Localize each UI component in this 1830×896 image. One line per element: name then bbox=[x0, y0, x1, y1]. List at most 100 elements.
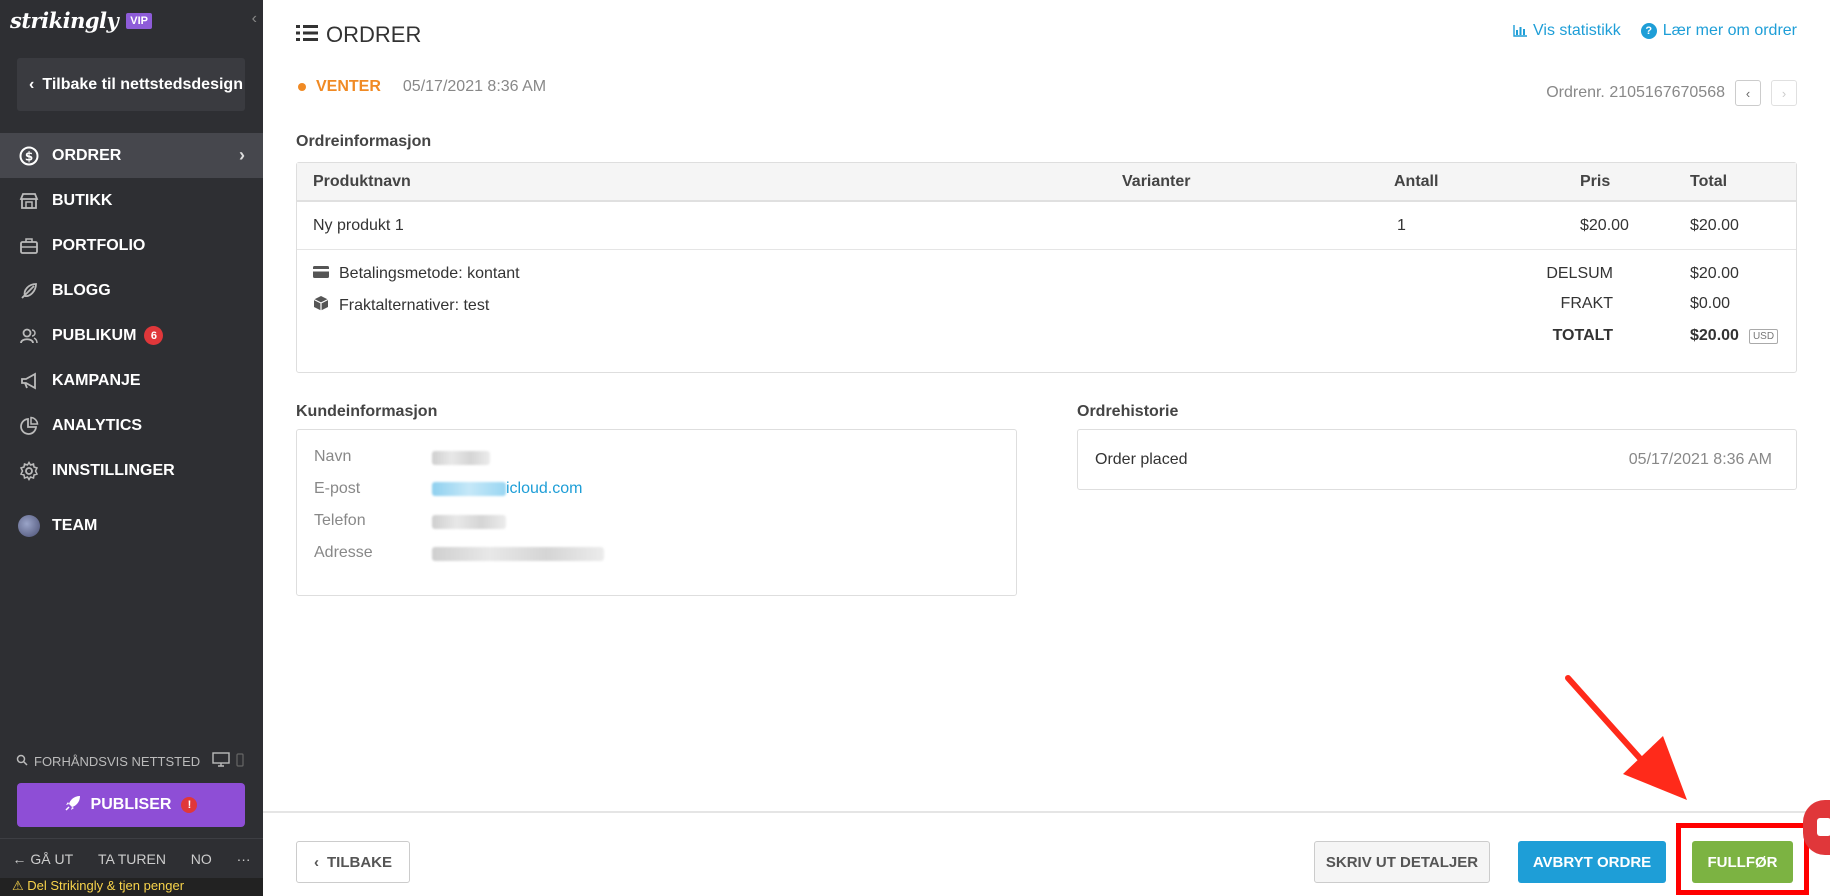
sidebar-item-analytics[interactable]: ANALYTICS bbox=[0, 403, 263, 448]
learn-orders-label: Lær mer om ordrer bbox=[1662, 22, 1797, 39]
history-time: 05/17/2021 8:36 AM bbox=[1628, 450, 1772, 468]
sidebar-item-team[interactable]: TEAM bbox=[0, 503, 263, 548]
sidebar-item-label: KAMPANJE bbox=[52, 371, 141, 389]
action-bar: ‹ TILBAKE SKRIV UT DETALJER AVBRYT ORDRE… bbox=[263, 811, 1830, 896]
bar-chart-icon bbox=[1513, 25, 1528, 37]
mobile-icon[interactable] bbox=[236, 752, 244, 770]
sidebar-item-blogg[interactable]: BLOGG bbox=[0, 268, 263, 313]
page-title: ORDRER bbox=[296, 22, 421, 48]
dollar-icon: $ bbox=[18, 145, 40, 167]
customer-email-domain: icloud.com bbox=[506, 480, 583, 497]
back-to-site-design-button[interactable]: ‹ Tilbake til nettstedsdesign bbox=[17, 58, 245, 111]
take-tour-link[interactable]: TA TUREN bbox=[98, 851, 166, 867]
more-menu-icon[interactable]: ··· bbox=[237, 851, 251, 867]
shipping-option-label: Fraktalternativer: test bbox=[339, 296, 490, 314]
chat-widget-icon[interactable] bbox=[1803, 800, 1830, 855]
referral-banner[interactable]: ⚠ Del Strikingly & tjen penger bbox=[0, 878, 263, 896]
sidebar-nav: $ ORDRER › BUTIKK PORTFOLIO BLOGG PUBLIK… bbox=[0, 133, 263, 548]
publish-button[interactable]: PUBLISER ! bbox=[17, 783, 245, 827]
help-icon: ? bbox=[1640, 23, 1657, 39]
currency-badge: USD bbox=[1748, 328, 1779, 344]
order-summary: Betalingsmetode: kontant Fraktalternativ… bbox=[297, 250, 1796, 372]
users-icon bbox=[18, 325, 40, 347]
annotation-arrow-icon bbox=[1565, 675, 1687, 800]
customer-phone-label: Telefon bbox=[314, 512, 366, 529]
team-avatar bbox=[18, 514, 40, 537]
sidebar-item-label: BLOGG bbox=[52, 281, 111, 299]
next-order-button[interactable]: › bbox=[1771, 80, 1797, 106]
customer-info-box: Navn E-post icloud.com Telefon Adresse bbox=[296, 429, 1017, 596]
sidebar-item-kampanje[interactable]: KAMPANJE bbox=[0, 358, 263, 403]
sidebar-item-publikum[interactable]: PUBLIKUM 6 bbox=[0, 313, 263, 358]
column-header: Antall bbox=[1394, 172, 1439, 190]
megaphone-icon bbox=[18, 370, 40, 392]
customer-address-redacted bbox=[432, 547, 604, 561]
payment-method-label: Betalingsmetode: kontant bbox=[339, 265, 520, 282]
order-status-row: VENTER 05/17/2021 8:36 AM bbox=[298, 78, 546, 96]
pie-chart-icon bbox=[18, 415, 40, 437]
learn-orders-link[interactable]: ? Lær mer om ordrer bbox=[1640, 22, 1797, 40]
sidebar-item-label: INNSTILLINGER bbox=[52, 461, 175, 479]
order-number: Ordrenr. 2105167670568 bbox=[1546, 84, 1725, 101]
history-entry: Order placed bbox=[1095, 450, 1188, 468]
sidebar-item-label: PUBLIKUM bbox=[52, 326, 137, 344]
chevron-right-icon: › bbox=[239, 145, 245, 165]
briefcase-icon bbox=[18, 235, 40, 257]
customer-email-label: E-post bbox=[314, 480, 361, 497]
customer-email-link[interactable]: icloud.com bbox=[432, 480, 582, 498]
arrow-left-icon: ← bbox=[12, 850, 27, 867]
gear-icon bbox=[18, 460, 40, 482]
publikum-count-badge: 6 bbox=[144, 326, 164, 345]
back-label: TILBAKE bbox=[327, 853, 392, 871]
customer-email-redacted bbox=[432, 482, 506, 496]
sidebar-item-portfolio[interactable]: PORTFOLIO bbox=[0, 223, 263, 268]
credit-card-icon bbox=[313, 265, 329, 283]
cancel-order-button[interactable]: AVBRYT ORDRE bbox=[1518, 841, 1666, 883]
total-row: $20.00 USD bbox=[1690, 327, 1779, 345]
annotation-highlight-box bbox=[1676, 823, 1809, 895]
list-icon bbox=[296, 22, 318, 48]
strikingly-logo: strikingly bbox=[10, 8, 119, 33]
vip-badge: VIP bbox=[126, 12, 152, 29]
exit-link[interactable]: ← GÅ UT bbox=[12, 851, 73, 867]
customer-address-row: Adresse bbox=[314, 544, 604, 562]
publish-alert-icon: ! bbox=[181, 797, 198, 813]
back-button[interactable]: ‹ TILBAKE bbox=[296, 841, 410, 883]
order-history-box: Order placed 05/17/2021 8:36 AM bbox=[1077, 429, 1797, 490]
order-table: Produktnavn Varianter Antall Pris Total … bbox=[296, 162, 1797, 373]
sidebar-footer: ← GÅ UT TA TUREN NO ··· bbox=[0, 838, 263, 878]
sidebar: strikingly VIP ‹ ‹ Tilbake til nettsteds… bbox=[0, 0, 263, 896]
sidebar-item-label: PORTFOLIO bbox=[52, 236, 146, 254]
sidebar-item-ordrer[interactable]: $ ORDRER › bbox=[0, 133, 263, 178]
order-number-nav: Ordrenr. 2105167670568 ‹ › bbox=[1546, 80, 1797, 106]
subtotal-value: $20.00 bbox=[1690, 265, 1739, 282]
view-stats-label: Vis statistikk bbox=[1533, 22, 1621, 39]
sidebar-item-butikk[interactable]: BUTIKK bbox=[0, 178, 263, 223]
previous-order-button[interactable]: ‹ bbox=[1735, 80, 1761, 106]
customer-phone-row: Telefon bbox=[314, 512, 506, 530]
sidebar-item-label: ANALYTICS bbox=[52, 416, 143, 434]
order-date: 05/17/2021 8:36 AM bbox=[402, 78, 547, 95]
sidebar-item-label: TEAM bbox=[52, 516, 98, 534]
view-stats-link[interactable]: Vis statistikk bbox=[1513, 22, 1621, 40]
freight-label: FRAKT bbox=[1560, 295, 1613, 312]
collapse-sidebar-icon[interactable]: ‹ bbox=[252, 10, 257, 28]
customer-name-redacted bbox=[432, 451, 490, 465]
main-content: ORDRER Vis statistikk ? Lær mer om ordre… bbox=[263, 0, 1830, 896]
preview-site-link[interactable]: FORHÅNDSVIS NETTSTED bbox=[16, 752, 246, 770]
desktop-icon[interactable] bbox=[212, 752, 230, 770]
total-label: TOTALT bbox=[1552, 327, 1613, 344]
store-icon bbox=[18, 190, 40, 212]
shipping-option: Fraktalternativer: test bbox=[313, 295, 489, 316]
order-info-title: Ordreinformasjon bbox=[296, 133, 432, 150]
language-selector[interactable]: NO bbox=[191, 851, 212, 867]
product-name: Ny produkt 1 bbox=[313, 216, 404, 234]
sidebar-item-innstillinger[interactable]: INNSTILLINGER bbox=[0, 448, 263, 493]
exit-label: GÅ UT bbox=[30, 850, 74, 867]
product-total: $20.00 bbox=[1690, 216, 1739, 234]
column-header: Produktnavn bbox=[313, 172, 411, 190]
customer-address-label: Adresse bbox=[314, 544, 373, 561]
print-details-button[interactable]: SKRIV UT DETALJER bbox=[1314, 841, 1490, 883]
chevron-left-icon: ‹ bbox=[29, 75, 35, 93]
brand[interactable]: strikingly VIP bbox=[10, 8, 152, 33]
